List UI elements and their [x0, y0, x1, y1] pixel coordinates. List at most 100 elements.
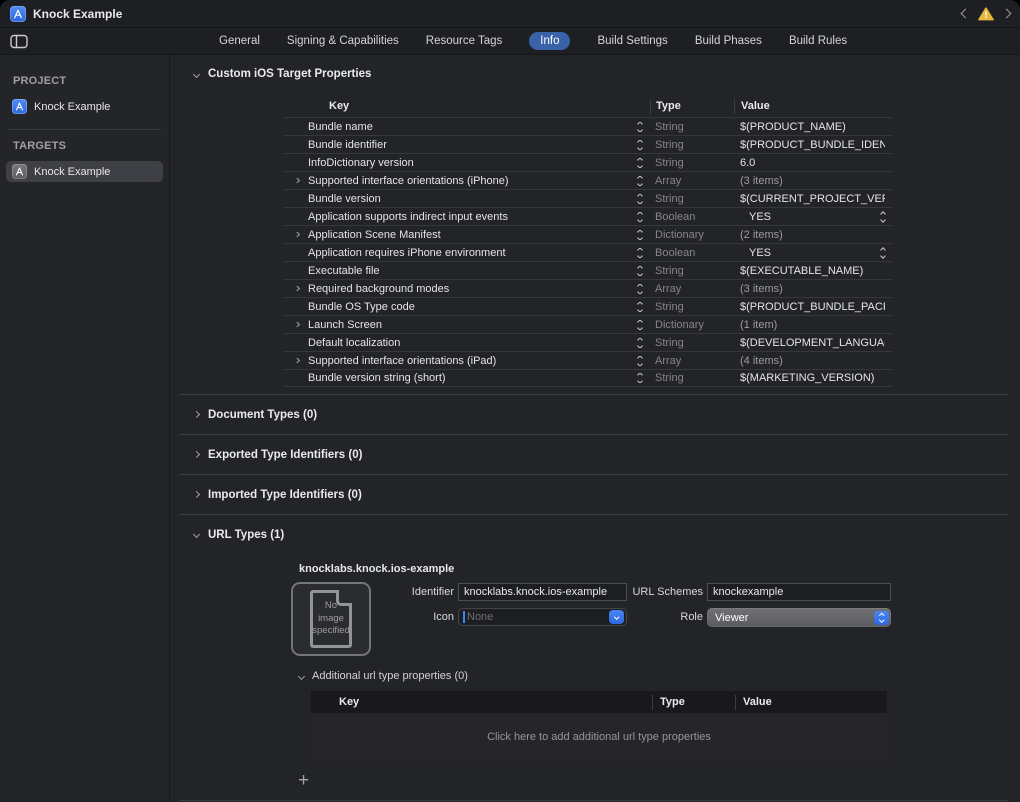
project-icon — [12, 99, 27, 114]
property-row[interactable]: Supported interface orientations (iPad) … — [284, 351, 892, 369]
section-document-types[interactable]: Document Types (0) — [194, 409, 317, 421]
add-url-type-button[interactable]: + — [298, 770, 309, 791]
warning-icon[interactable] — [978, 7, 994, 21]
property-type: String — [650, 121, 734, 133]
key-stepper-icon[interactable] — [638, 284, 642, 294]
combobox-dropdown-icon[interactable] — [609, 610, 624, 624]
key-stepper-icon[interactable] — [638, 194, 642, 204]
key-stepper-icon[interactable] — [638, 338, 642, 348]
disclosure-icon[interactable] — [292, 232, 299, 237]
icon-combobox[interactable]: None — [458, 608, 627, 626]
property-key: Bundle version string (short) — [308, 372, 630, 384]
target-icon — [12, 164, 27, 179]
disclosure-icon[interactable] — [292, 322, 299, 327]
back-icon[interactable] — [962, 8, 969, 20]
section-title: Document Types (0) — [208, 409, 317, 421]
property-row[interactable]: Application Scene Manifest Dictionary (2… — [284, 225, 892, 243]
tab-build-rules[interactable]: Build Rules — [789, 32, 847, 50]
property-type: Array — [650, 355, 734, 367]
xcode-window: Knock Example General Signing & Capabili… — [0, 0, 1020, 802]
sidebar-item-target[interactable]: Knock Example — [6, 161, 163, 182]
icon-image-well[interactable]: No image specified — [291, 582, 371, 656]
key-stepper-icon[interactable] — [638, 248, 642, 258]
section-custom-ios-target-properties[interactable]: Custom iOS Target Properties — [194, 68, 1020, 80]
property-row[interactable]: Bundle name String $(PRODUCT_NAME) — [284, 117, 892, 135]
role-label: Role — [631, 608, 703, 627]
property-row[interactable]: Required background modes Array (3 items… — [284, 279, 892, 297]
app-glyph-icon — [12, 8, 24, 20]
editor-tab-bar: General Signing & Capabilities Resource … — [0, 28, 1020, 55]
property-row[interactable]: Bundle identifier String $(PRODUCT_BUNDL… — [284, 135, 892, 153]
property-row[interactable]: Default localization String $(DEVELOPMEN… — [284, 333, 892, 351]
property-type: String — [650, 157, 734, 169]
property-value: $(PRODUCT_BUNDLE_IDENT — [734, 139, 892, 151]
column-type: Type — [650, 99, 734, 114]
property-row[interactable]: InfoDictionary version String 6.0 — [284, 153, 892, 171]
role-popup-value: Viewer — [715, 612, 874, 624]
key-stepper-icon[interactable] — [638, 320, 642, 330]
url-schemes-field[interactable]: knockexample — [707, 583, 891, 601]
value-stepper-icon[interactable] — [881, 212, 885, 222]
property-type: Dictionary — [650, 229, 734, 241]
property-value: $(PRODUCT_BUNDLE_PACKA — [734, 301, 892, 313]
tab-resource-tags[interactable]: Resource Tags — [426, 32, 503, 50]
property-row[interactable]: Application supports indirect input even… — [284, 207, 892, 225]
property-row[interactable]: Bundle version String $(CURRENT_PROJECT_… — [284, 189, 892, 207]
additional-properties-disclosure[interactable]: Additional url type properties (0) — [299, 670, 892, 682]
key-stepper-icon[interactable] — [638, 356, 642, 366]
disclosure-icon[interactable] — [292, 358, 299, 363]
additional-properties-table: Key Type Value Click here to add additio… — [311, 691, 887, 761]
url-type-editor: No image specified Identifier knocklabs.… — [284, 582, 892, 761]
property-row[interactable]: Executable file String $(EXECUTABLE_NAME… — [284, 261, 892, 279]
role-popup-button[interactable]: Viewer — [707, 608, 891, 627]
forward-icon[interactable] — [1003, 8, 1010, 20]
property-row[interactable]: Bundle OS Type code String $(PRODUCT_BUN… — [284, 297, 892, 315]
identifier-label: Identifier — [374, 583, 454, 601]
section-imported-type-identifiers[interactable]: Imported Type Identifiers (0) — [194, 489, 362, 501]
tab-build-settings[interactable]: Build Settings — [597, 32, 667, 50]
add-additional-properties-target[interactable]: Click here to add additional url type pr… — [311, 713, 887, 761]
sidebar-item-project[interactable]: Knock Example — [6, 96, 163, 117]
key-stepper-icon[interactable] — [638, 266, 642, 276]
key-stepper-icon[interactable] — [638, 302, 642, 312]
property-key: Bundle identifier — [308, 139, 630, 151]
property-type: Array — [650, 175, 734, 187]
project-app-icon — [10, 6, 26, 22]
sidebar-toggle-icon[interactable] — [10, 34, 29, 49]
key-stepper-icon[interactable] — [638, 140, 642, 150]
column-value: Value — [734, 99, 892, 114]
key-stepper-icon[interactable] — [638, 230, 642, 240]
key-stepper-icon[interactable] — [638, 212, 642, 222]
key-stepper-icon[interactable] — [638, 158, 642, 168]
section-title: URL Types (1) — [208, 529, 284, 541]
value-stepper-icon[interactable] — [881, 248, 885, 258]
tab-signing-capabilities[interactable]: Signing & Capabilities — [287, 32, 399, 50]
property-key: Required background modes — [308, 283, 630, 295]
property-value: (3 items) — [734, 175, 892, 187]
property-row[interactable]: Bundle version string (short) String $(M… — [284, 369, 892, 387]
property-row[interactable]: Supported interface orientations (iPhone… — [284, 171, 892, 189]
key-stepper-icon[interactable] — [638, 176, 642, 186]
identifier-field[interactable]: knocklabs.knock.ios-example — [458, 583, 627, 601]
property-key: Supported interface orientations (iPhone… — [308, 175, 630, 187]
disclosure-icon[interactable] — [292, 286, 299, 291]
chevron-right-icon — [193, 411, 200, 418]
property-row[interactable]: Launch Screen Dictionary (1 item) — [284, 315, 892, 333]
property-value: (1 item) — [734, 319, 892, 331]
key-stepper-icon[interactable] — [638, 373, 642, 383]
property-value: (4 items) — [734, 355, 892, 367]
disclosure-icon[interactable] — [292, 178, 299, 183]
tab-general[interactable]: General — [219, 32, 260, 50]
property-row[interactable]: Application requires iPhone environment … — [284, 243, 892, 261]
property-type: String — [650, 372, 734, 384]
section-exported-type-identifiers[interactable]: Exported Type Identifiers (0) — [194, 449, 362, 461]
key-stepper-icon[interactable] — [638, 122, 642, 132]
text-caret — [463, 611, 465, 623]
section-title: Imported Type Identifiers (0) — [208, 489, 362, 501]
property-type: String — [650, 193, 734, 205]
tab-build-phases[interactable]: Build Phases — [695, 32, 762, 50]
property-key: Application requires iPhone environment — [308, 247, 630, 259]
section-url-types[interactable]: URL Types (1) — [194, 529, 284, 541]
property-key: Launch Screen — [308, 319, 630, 331]
tab-info[interactable]: Info — [529, 32, 570, 50]
